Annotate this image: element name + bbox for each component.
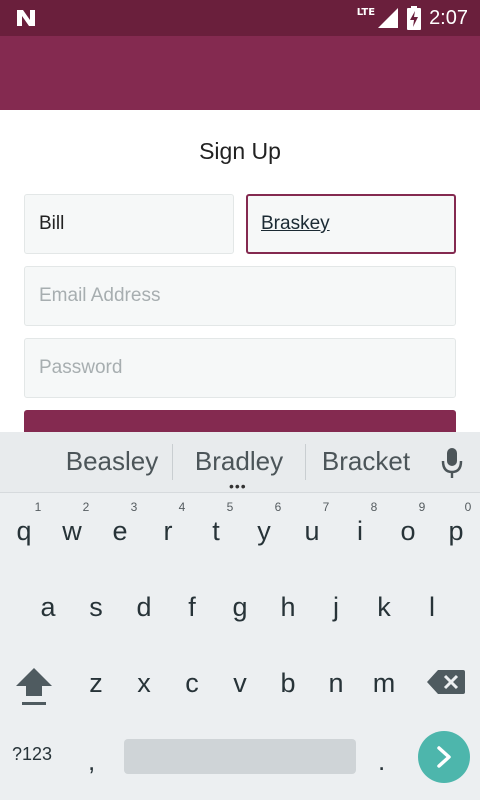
key-hint-4: 4 [178,500,186,514]
key-hint-9: 9 [418,500,426,514]
key-j[interactable]: j [312,592,360,623]
password-field[interactable]: Password [24,338,456,398]
battery-charging-icon [407,6,422,30]
page-title: Sign Up [199,138,281,164]
key-y[interactable]: y [240,516,288,547]
period-key[interactable]: . [378,746,385,777]
key-hint-8: 8 [370,500,378,514]
last-name-field[interactable]: Braskey [246,194,456,254]
suggestion-divider [305,444,306,480]
email-field[interactable]: Email Address [24,266,456,326]
key-o[interactable]: o [384,516,432,547]
comma-key[interactable]: , [88,746,95,777]
status-bar: LTE 2:07 [0,0,480,36]
signal-icon [378,8,399,28]
key-b[interactable]: b [264,668,312,699]
key-x[interactable]: x [120,668,168,699]
key-r[interactable]: r [144,516,192,547]
key-v[interactable]: v [216,668,264,699]
key-hint-1: 1 [34,500,42,514]
chevron-right-icon [437,746,451,768]
key-hint-0: 0 [464,500,472,514]
symbols-key[interactable]: ?123 [12,744,52,765]
key-i[interactable]: i [336,516,384,547]
suggestion-2[interactable]: Bradley [178,446,300,477]
enter-key[interactable] [418,731,470,783]
key-q[interactable]: q [0,516,48,547]
key-t[interactable]: t [192,516,240,547]
key-a[interactable]: a [24,592,72,623]
shift-icon[interactable] [14,666,54,708]
key-l[interactable]: l [408,592,456,623]
key-z[interactable]: z [72,668,120,699]
password-placeholder: Password [39,357,123,378]
suggestion-3[interactable]: Bracket [310,446,422,477]
key-n[interactable]: n [312,668,360,699]
key-hint-7: 7 [322,500,330,514]
first-name-value: Bill [39,213,65,234]
suggestion-divider [172,444,173,480]
key-h[interactable]: h [264,592,312,623]
signup-form: Sign Up Bill Braskey Email Address Passw… [0,110,480,440]
key-m[interactable]: m [360,668,408,699]
first-name-field[interactable]: Bill [24,194,234,254]
suggestion-1[interactable]: Beasley [52,446,172,477]
key-w[interactable]: w [48,516,96,547]
key-g[interactable]: g [216,592,264,623]
key-e[interactable]: e [96,516,144,547]
key-c[interactable]: c [168,668,216,699]
notification-n-icon [17,10,35,26]
key-p[interactable]: p [432,516,480,547]
suggestion-strip: Beasley Bradley Bracket ••• [0,432,480,493]
key-hint-6: 6 [274,500,282,514]
more-suggestions-icon[interactable]: ••• [229,479,247,493]
key-d[interactable]: d [120,592,168,623]
microphone-icon[interactable] [440,446,464,480]
key-s[interactable]: s [72,592,120,623]
email-placeholder: Email Address [39,285,161,306]
last-name-value: Braskey [261,213,330,234]
status-time: 2:07 [429,6,468,29]
backspace-icon[interactable] [426,668,466,696]
key-hint-3: 3 [130,500,138,514]
key-hint-5: 5 [226,500,234,514]
key-u[interactable]: u [288,516,336,547]
network-type-label: LTE [356,6,376,18]
key-hint-2: 2 [82,500,90,514]
app-bar [0,36,480,110]
key-f[interactable]: f [168,592,216,623]
soft-keyboard: Beasley Bradley Bracket ••• q w e r t y … [0,432,480,800]
space-bar[interactable] [124,739,356,774]
key-k[interactable]: k [360,592,408,623]
